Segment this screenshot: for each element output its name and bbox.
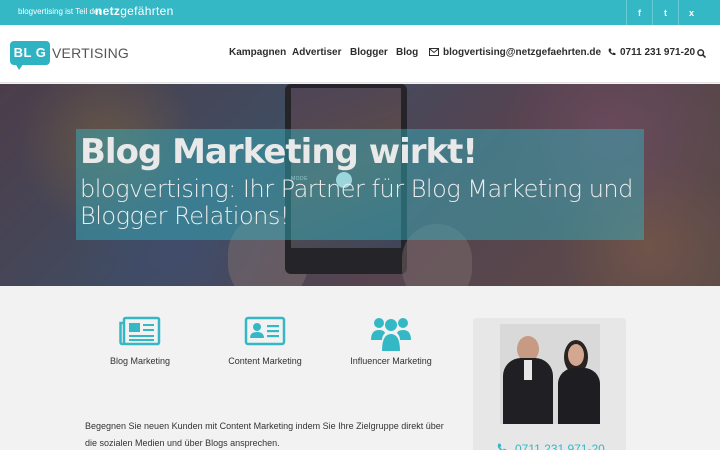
hero-subtitle: blogvertising: Ihr Partner für Blog Mark… <box>80 175 633 230</box>
topbar-note: blogvertising ist Teil der <box>18 7 102 16</box>
phone-icon <box>608 48 616 56</box>
id-card-icon <box>244 316 286 346</box>
logo-wordmark: VERTISING <box>52 45 130 61</box>
top-bar: blogvertising ist Teil der netzgefährten… <box>0 0 720 25</box>
team-photo <box>500 324 600 424</box>
logo-bubble: BL G <box>10 41 50 65</box>
person-head <box>568 344 584 366</box>
service-blog-marketing[interactable]: Blog Marketing <box>85 316 195 366</box>
service-content-marketing[interactable]: Content Marketing <box>210 316 320 366</box>
service-influencer-marketing[interactable]: Influencer Marketing <box>336 316 446 366</box>
nav-advertiser[interactable]: Advertiser <box>292 47 341 58</box>
person-body <box>558 368 600 424</box>
nav-email[interactable]: blogvertising@netzgefaehrten.de <box>429 47 601 58</box>
facebook-icon[interactable]: f <box>626 0 652 25</box>
service-label: Influencer Marketing <box>350 356 432 366</box>
logo-bubble-tail <box>15 63 24 70</box>
contact-phone-label: 0711 231 971-20 <box>515 442 605 450</box>
hero-title: Blog Marketing wirkt! <box>80 132 478 172</box>
nav-kampagnen[interactable]: Kampagnen <box>229 47 286 58</box>
search-icon[interactable] <box>697 49 707 61</box>
contact-phone[interactable]: 0711 231 971-20 <box>497 442 605 450</box>
netzgefaehrten-logo[interactable]: netzgefährten <box>95 4 174 18</box>
nav-email-label: blogvertising@netzgefaehrten.de <box>443 47 602 58</box>
nav-blog[interactable]: Blog <box>396 47 418 58</box>
service-label: Content Marketing <box>228 356 302 366</box>
twitter-icon[interactable]: t <box>652 0 678 25</box>
person-shirt <box>524 360 532 380</box>
nav-phone[interactable]: 0711 231 971-20 <box>608 47 695 58</box>
phone-icon <box>497 443 507 450</box>
service-label: Blog Marketing <box>109 356 171 366</box>
nav-blogger[interactable]: Blogger <box>350 47 388 58</box>
xing-icon[interactable]: x <box>678 0 704 25</box>
newspaper-icon <box>119 316 161 346</box>
nav-phone-label: 0711 231 971-20 <box>620 47 696 58</box>
envelope-icon <box>429 48 439 56</box>
intro-paragraph: Begegnen Sie neuen Kunden mit Content Ma… <box>85 421 444 448</box>
site-header: BL G VERTISING Kampagnen Advertiser Blog… <box>0 25 720 83</box>
users-icon <box>371 318 411 351</box>
